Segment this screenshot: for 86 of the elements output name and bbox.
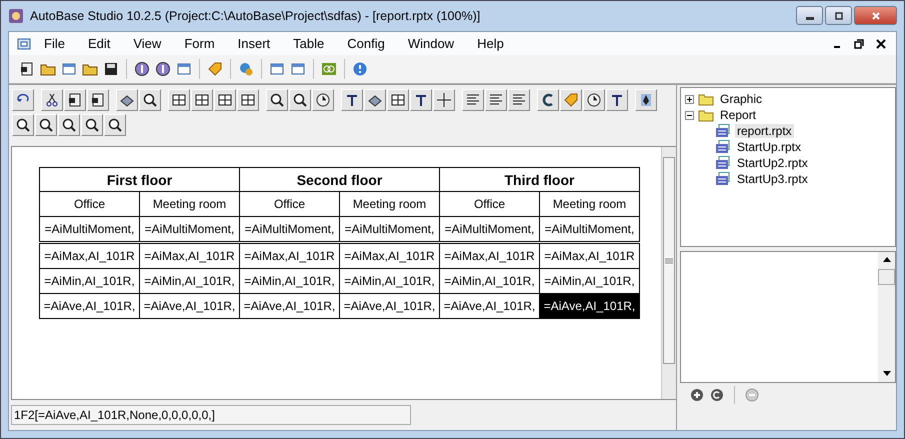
tag-icon	[207, 61, 223, 77]
coin-icon	[134, 61, 150, 77]
save-icon	[103, 61, 119, 77]
scroll-up-icon[interactable]	[882, 256, 890, 264]
vertical-scrollbar[interactable]	[661, 147, 676, 399]
tree-item[interactable]: StartUp.rptx	[735, 140, 804, 154]
menu-item[interactable]: View	[121, 36, 172, 51]
column-header: Office	[40, 192, 140, 216]
column-header: Meeting room	[140, 192, 240, 216]
table-cell[interactable]: =AiMax,AI_101R	[540, 242, 640, 268]
close-icon[interactable]	[876, 38, 886, 48]
restore-icon[interactable]	[854, 38, 864, 48]
table-cell[interactable]: =AiMin,AI_101R,	[240, 268, 340, 294]
tree-item[interactable]: report.rptx	[735, 124, 794, 138]
remove-icon[interactable]	[745, 388, 759, 402]
window-title: AutoBase Studio 10.2.5 (Project:C:\AutoBase\Project\sdfas) - [report.rptx (100%)]	[30, 9, 480, 23]
minimize-button[interactable]	[796, 6, 823, 25]
menu-item[interactable]: File	[32, 36, 76, 51]
tag-icon	[563, 92, 579, 108]
table-cell[interactable]: =AiAve,AI_101R,	[40, 294, 140, 318]
menu-item[interactable]: Config	[335, 36, 396, 51]
magnifier-icon	[15, 117, 31, 133]
table-cell[interactable]: =AiMin,AI_101R,	[40, 268, 140, 294]
folder-icon	[698, 92, 714, 106]
chain-icon	[321, 61, 337, 77]
tree-item[interactable]: StartUp3.rptx	[735, 172, 810, 186]
magnifier-icon	[61, 117, 77, 133]
tree-item[interactable]: StartUp2.rptx	[735, 156, 810, 170]
table-cell[interactable]: =AiMax,AI_101R	[340, 242, 440, 268]
table-cell[interactable]: =AiAve,AI_101R,	[240, 294, 340, 318]
table-cell[interactable]: =AiAve,AI_101R,	[340, 294, 440, 318]
report-file-icon	[715, 156, 731, 170]
menu-item[interactable]: Help	[465, 36, 515, 51]
table-cell[interactable]: =AiMin,AI_101R,	[140, 268, 240, 294]
add-icon[interactable]	[690, 388, 704, 402]
folder-icon	[698, 108, 714, 122]
table-cell[interactable]: =AiAve,AI_101R,	[140, 294, 240, 318]
tree-item[interactable]: Report	[718, 108, 758, 122]
close-button[interactable]	[854, 6, 897, 25]
table-cell[interactable]: =AiMin,AI_101R,	[340, 268, 440, 294]
maximize-icon	[834, 10, 844, 20]
menu-item[interactable]: Form	[172, 36, 226, 51]
clock-icon	[586, 92, 602, 108]
scroll-down-icon[interactable]	[882, 369, 890, 377]
table-cell[interactable]: =AiMin,AI_101R,	[440, 268, 540, 294]
column-header: Meeting room	[540, 192, 640, 216]
table-cell[interactable]: =AiMax,AI_101R	[440, 242, 540, 268]
column-group-header: Second floor	[240, 168, 440, 192]
formula-field[interactable]: 1F2[=AiAve,AI_101R,None,0,0,0,0,0,]	[11, 405, 411, 425]
minimize-icon	[806, 16, 814, 20]
report-file-icon	[715, 172, 731, 186]
grid-icon	[171, 92, 187, 108]
report-file-icon	[715, 140, 731, 154]
cut-icon	[44, 92, 60, 108]
column-group-header: First floor	[40, 168, 240, 192]
tree-item[interactable]: Graphic	[718, 92, 764, 106]
collapse-icon[interactable]	[685, 110, 694, 120]
column-header: Meeting room	[340, 192, 440, 216]
menu-item[interactable]: Edit	[76, 36, 122, 51]
table-cell[interactable]: =AiMax,AI_101R	[40, 242, 140, 268]
table-cell[interactable]: =AiMax,AI_101R	[240, 242, 340, 268]
magnifier-icon	[107, 117, 123, 133]
table-cell[interactable]: =AiMax,AI_101R	[140, 242, 240, 268]
magnifier-icon	[38, 117, 54, 133]
table-cell[interactable]: =AiAve,AI_101R,	[540, 294, 640, 318]
magnifier-icon	[84, 117, 100, 133]
scrollbar-thumb[interactable]	[878, 269, 895, 285]
report-file-icon	[715, 124, 731, 138]
grip-icon	[665, 256, 673, 264]
column-header: Office	[440, 192, 540, 216]
vertical-scrollbar[interactable]	[878, 252, 895, 382]
coin-icon	[155, 61, 171, 77]
column-group-header: Third floor	[440, 168, 640, 192]
table-cell[interactable]: =AiMultiMoment,	[40, 216, 140, 242]
menu-item[interactable]: Table	[281, 36, 336, 51]
menu-item[interactable]: Window	[396, 36, 466, 51]
app-icon	[8, 8, 24, 24]
column-header: Office	[240, 192, 340, 216]
maximize-button[interactable]	[825, 6, 852, 25]
document-window-icon[interactable]	[16, 36, 32, 52]
window-icon	[61, 61, 77, 77]
close-icon	[870, 10, 880, 20]
menu-item[interactable]: Insert	[226, 36, 282, 51]
table-cell[interactable]: =AiAve,AI_101R,	[440, 294, 540, 318]
expand-icon[interactable]	[685, 94, 694, 104]
refresh-icon[interactable]	[710, 388, 724, 402]
